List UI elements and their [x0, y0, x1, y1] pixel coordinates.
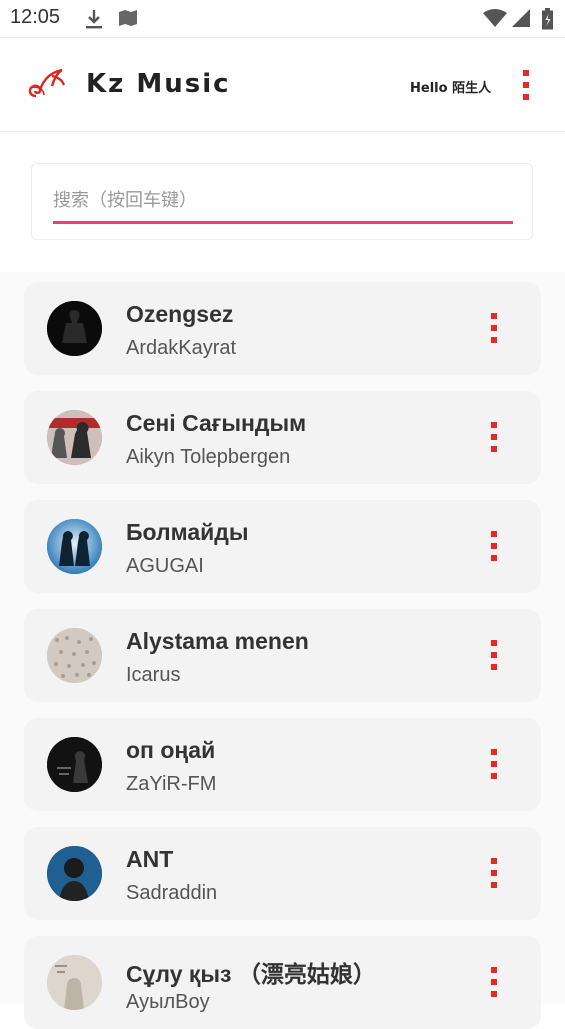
more-vert-icon: [523, 70, 529, 100]
song-title: Сені Сағындым: [126, 410, 307, 436]
status-time: 12:05: [10, 6, 61, 28]
more-vert-icon: [491, 749, 497, 779]
more-vert-icon: [491, 313, 497, 343]
status-bar: 12:05: [0, 0, 565, 38]
more-vert-icon: [491, 531, 497, 561]
song-cover: [47, 846, 102, 901]
overflow-menu-button[interactable]: [512, 66, 540, 104]
song-artist: АуылBoy: [126, 991, 210, 1013]
search-card: [31, 163, 533, 240]
app-title: Kz Music: [86, 69, 231, 99]
song-item[interactable]: Сені Сағындым Aikyn Tolepbergen: [24, 391, 541, 484]
song-menu-button[interactable]: [480, 852, 508, 894]
song-cover: [47, 955, 102, 1010]
music-logo-icon: [26, 66, 68, 106]
search-input[interactable]: [53, 186, 513, 224]
song-cover: [47, 628, 102, 683]
song-item[interactable]: Сұлу қыз （漂亮姑娘） АуылBoy: [24, 936, 541, 1029]
song-artist: Aikyn Tolepbergen: [126, 446, 291, 468]
song-item[interactable]: Болмайды AGUGAI: [24, 500, 541, 593]
song-title: Болмайды: [126, 519, 249, 545]
song-artist: ZaYiR-FM: [126, 773, 217, 795]
song-artist: ArdakKayrat: [126, 337, 237, 359]
song-item[interactable]: оп оңай ZaYiR-FM: [24, 718, 541, 811]
song-item[interactable]: ANT Sadraddin: [24, 827, 541, 920]
download-icon: [84, 8, 104, 34]
song-title: Alystama menen: [126, 628, 309, 654]
song-menu-button[interactable]: [480, 307, 508, 349]
song-menu-button[interactable]: [480, 416, 508, 458]
song-title: Сұлу қыз （漂亮姑娘）: [126, 961, 376, 987]
song-menu-button[interactable]: [480, 743, 508, 785]
song-artist: Sadraddin: [126, 882, 218, 904]
more-vert-icon: [491, 858, 497, 888]
song-cover: [47, 737, 102, 792]
song-item[interactable]: Alystama menen Icarus: [24, 609, 541, 702]
song-menu-button[interactable]: [480, 961, 508, 1003]
greeting-text: Hello 陌生人: [410, 81, 492, 96]
song-artist: Icarus: [126, 664, 181, 686]
song-title: оп оңай: [126, 737, 216, 763]
more-vert-icon: [491, 640, 497, 670]
song-cover: [47, 301, 102, 356]
more-vert-icon: [491, 967, 497, 997]
song-cover: [47, 519, 102, 574]
app-header: Kz Music Hello 陌生人: [0, 38, 565, 132]
song-title: Ozengsez: [126, 301, 234, 327]
wifi-icon: [482, 8, 508, 32]
song-title: ANT: [126, 846, 174, 872]
song-menu-button[interactable]: [480, 634, 508, 676]
song-artist: AGUGAI: [126, 555, 204, 577]
cellular-signal-icon: [511, 8, 531, 32]
song-cover: [47, 410, 102, 465]
battery-icon: [541, 8, 554, 34]
song-menu-button[interactable]: [480, 525, 508, 567]
book-icon: [117, 8, 139, 32]
song-list: Ozengsez ArdakKayrat Сені Сағындым Aikyn…: [0, 272, 565, 1029]
more-vert-icon: [491, 422, 497, 452]
song-item[interactable]: Ozengsez ArdakKayrat: [24, 282, 541, 375]
